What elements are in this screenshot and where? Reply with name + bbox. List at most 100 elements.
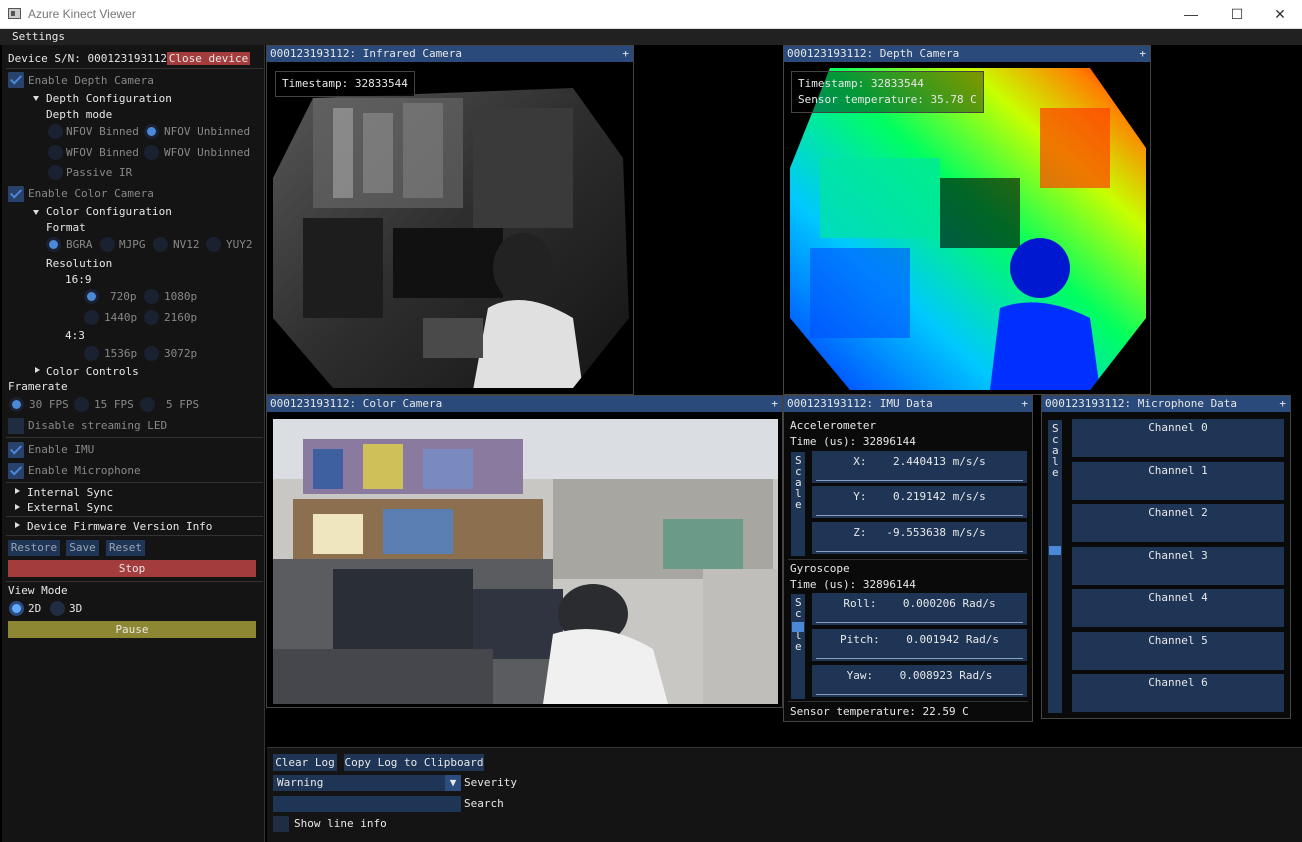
- chevron-down-icon[interactable]: [33, 210, 39, 215]
- chevron-down-icon[interactable]: [33, 96, 39, 101]
- view-mode-3d-radio[interactable]: [50, 601, 65, 616]
- enable-color-checkbox[interactable]: [8, 186, 24, 202]
- depth-mode-radio[interactable]: [144, 124, 159, 139]
- reset-button[interactable]: Reset: [106, 540, 145, 556]
- enable-imu-checkbox[interactable]: [8, 442, 24, 458]
- dropdown-arrow-icon[interactable]: ▼: [445, 775, 461, 791]
- window-header[interactable]: 000123193112: IMU Data +: [784, 396, 1032, 412]
- depth-config-header[interactable]: Depth Configuration: [46, 92, 172, 105]
- imu-data-window: 000123193112: IMU Data + Accelerometer Ti…: [783, 395, 1033, 722]
- color-config-header[interactable]: Color Configuration: [46, 205, 172, 218]
- format-radio[interactable]: [153, 237, 168, 252]
- firmware-info-header[interactable]: Device Firmware Version Info: [27, 520, 212, 533]
- infrared-image: [273, 68, 629, 390]
- mic-channel-3: Channel 3: [1072, 547, 1284, 585]
- view-mode-3d-label: 3D: [69, 602, 83, 615]
- expand-icon[interactable]: +: [1021, 396, 1028, 412]
- chevron-right-icon[interactable]: [35, 367, 40, 373]
- window-header[interactable]: 000123193112: Depth Camera +: [784, 46, 1150, 62]
- depth-camera-window: 000123193112: Depth Camera + Timestamp: 3…: [783, 45, 1151, 395]
- scale-label: Scale: [1052, 422, 1059, 479]
- restore-button[interactable]: Restore: [8, 540, 60, 556]
- stop-button[interactable]: Stop: [8, 560, 256, 577]
- format-radio[interactable]: [100, 237, 115, 252]
- format-radio[interactable]: [206, 237, 221, 252]
- infrared-frame-graphic: [273, 68, 629, 390]
- copy-log-button[interactable]: Copy Log to Clipboard: [344, 754, 484, 771]
- view-mode-2d-radio[interactable]: [9, 601, 24, 616]
- show-line-info-checkbox[interactable]: [273, 816, 289, 832]
- accel-scale-slider[interactable]: Scale: [791, 452, 805, 556]
- resolution-radio[interactable]: [144, 310, 159, 325]
- mic-scale-slider[interactable]: Scale: [1048, 420, 1062, 713]
- resolution-radio[interactable]: [144, 289, 159, 304]
- chevron-right-icon[interactable]: [15, 504, 20, 510]
- expand-icon[interactable]: +: [1139, 46, 1146, 62]
- framerate-radio[interactable]: [9, 397, 24, 412]
- menu-bar: Settings: [0, 29, 1302, 45]
- sensor-temp-text: Sensor temperature: 35.78 C: [798, 93, 977, 106]
- gyro-pitch-bar: Pitch: 0.001942 Rad/s: [812, 629, 1027, 661]
- depth-mode-radio[interactable]: [48, 165, 63, 180]
- gyro-scale-slider[interactable]: Scale: [791, 594, 805, 699]
- gyro-yaw-bar: Yaw: 0.008923 Rad/s: [812, 665, 1027, 697]
- depth-frame-graphic: [790, 68, 1146, 390]
- framerate-radio[interactable]: [140, 397, 155, 412]
- format-option: YUY2: [226, 238, 253, 251]
- close-device-button[interactable]: Close device: [167, 52, 250, 65]
- color-frame-graphic: [273, 419, 778, 704]
- window-header[interactable]: 000123193112: Microphone Data +: [1042, 396, 1290, 412]
- scale-knob[interactable]: [792, 622, 804, 632]
- depth-mode-radio[interactable]: [144, 145, 159, 160]
- ratio-43-label: 4:3: [65, 329, 85, 342]
- imu-sensor-temp: Sensor temperature: 22.59 C: [790, 705, 969, 718]
- depth-mode-radio[interactable]: [48, 145, 63, 160]
- depth-mode-radio[interactable]: [48, 124, 63, 139]
- enable-mic-checkbox[interactable]: [8, 463, 24, 479]
- minimize-button[interactable]: —: [1168, 0, 1214, 29]
- search-input[interactable]: [273, 796, 461, 812]
- expand-icon[interactable]: +: [1279, 396, 1286, 412]
- window-header[interactable]: 000123193112: Infrared Camera +: [267, 46, 633, 62]
- menu-settings[interactable]: Settings: [12, 30, 65, 43]
- mic-channel-0: Channel 0: [1072, 419, 1284, 457]
- pause-button[interactable]: Pause: [8, 621, 256, 638]
- disable-led-label: Disable streaming LED: [28, 419, 168, 432]
- depth-mode-option: WFOV Binned: [66, 146, 139, 159]
- color-controls-header[interactable]: Color Controls: [46, 365, 139, 378]
- resolution-radio[interactable]: [84, 346, 99, 361]
- enable-imu-label: Enable IMU: [28, 443, 95, 456]
- gyroscope-label: Gyroscope: [790, 562, 850, 575]
- save-button[interactable]: Save: [66, 540, 99, 556]
- resolution-radio[interactable]: [84, 289, 99, 304]
- depth-mode-option: NFOV Unbinned: [164, 125, 251, 138]
- internal-sync-header[interactable]: Internal Sync: [27, 486, 113, 499]
- gyro-roll-bar: Roll: 0.000206 Rad/s: [812, 593, 1027, 625]
- chevron-right-icon[interactable]: [15, 488, 20, 494]
- enable-depth-checkbox[interactable]: [8, 72, 24, 88]
- framerate-radio[interactable]: [74, 397, 89, 412]
- format-option: MJPG: [119, 238, 146, 251]
- expand-icon[interactable]: +: [622, 46, 629, 62]
- maximize-button[interactable]: ☐: [1214, 0, 1260, 29]
- close-window-button[interactable]: ✕: [1257, 0, 1302, 29]
- window-title: 000123193112: Infrared Camera: [270, 47, 463, 60]
- window-header[interactable]: 000123193112: Color Camera +: [267, 396, 782, 412]
- expand-icon[interactable]: +: [771, 396, 778, 412]
- chevron-right-icon[interactable]: [15, 522, 20, 528]
- resolution-label: Resolution: [46, 257, 113, 270]
- scale-knob[interactable]: [1049, 546, 1061, 555]
- external-sync-header[interactable]: External Sync: [27, 501, 113, 514]
- depth-mode-option: NFOV Binned: [66, 125, 139, 138]
- severity-select[interactable]: Warning: [273, 775, 459, 791]
- accel-z-bar: Z: -9.553638 m/s/s: [812, 522, 1027, 554]
- divider: [788, 559, 1028, 560]
- resolution-radio[interactable]: [84, 310, 99, 325]
- disable-led-checkbox[interactable]: [8, 418, 24, 434]
- resolution-radio[interactable]: [144, 346, 159, 361]
- accelerometer-label: Accelerometer: [790, 419, 877, 432]
- window-titlebar: Azure Kinect Viewer — ☐ ✕: [0, 0, 1302, 29]
- divider: [6, 437, 263, 438]
- clear-log-button[interactable]: Clear Log: [273, 754, 337, 771]
- format-radio[interactable]: [46, 237, 61, 252]
